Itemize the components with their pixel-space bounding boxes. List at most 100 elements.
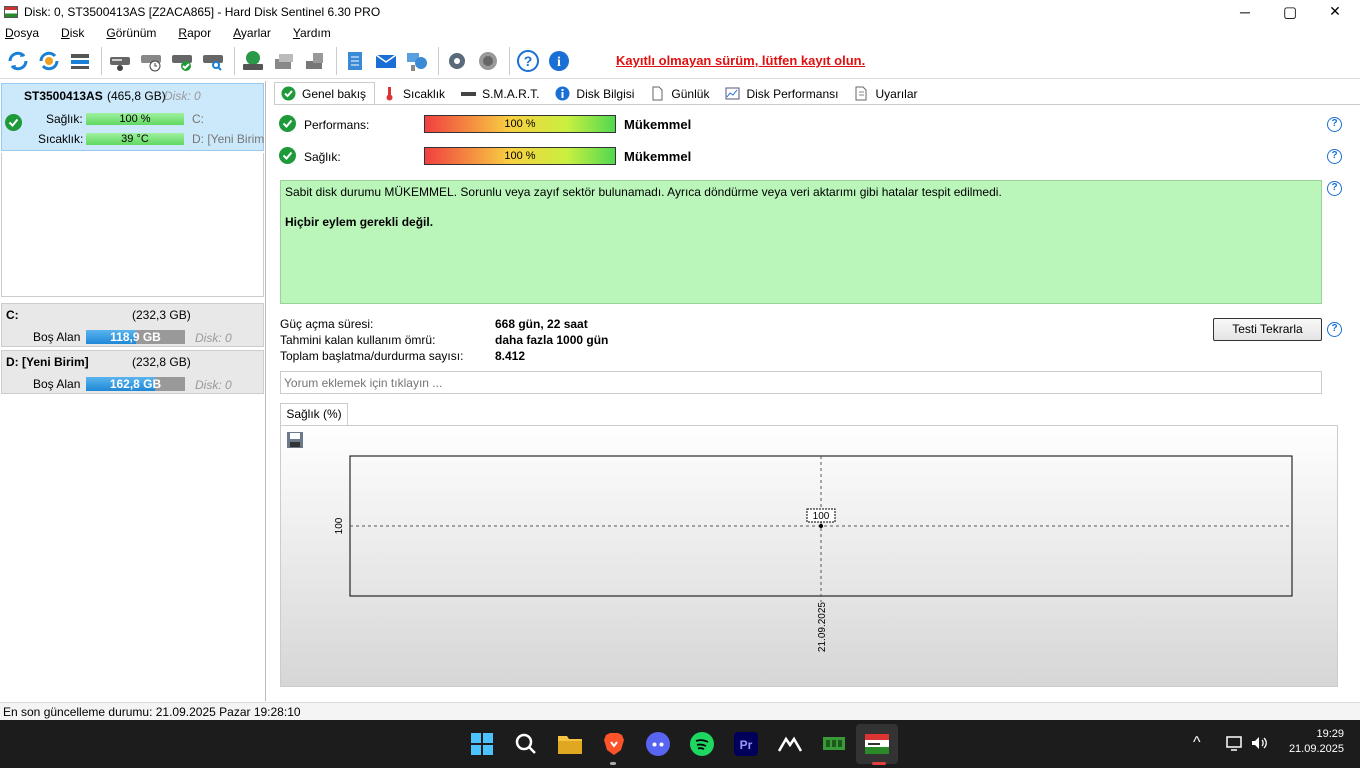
envelope-icon (375, 53, 397, 68)
health-help-icon[interactable]: ? (1327, 149, 1342, 164)
disk-health-label: Sağlık: (46, 112, 83, 126)
disk-copy-icon (275, 53, 293, 69)
spotify-button[interactable] (686, 728, 718, 760)
performance-help-icon[interactable]: ? (1327, 117, 1342, 132)
network-tray-icon[interactable] (1226, 734, 1244, 755)
volume-name: C: (6, 308, 19, 322)
start-button[interactable] (466, 728, 498, 760)
free-space-bar: 162,8 GB (86, 377, 185, 391)
chart-tab-health[interactable]: Sağlık (%) (280, 403, 348, 425)
disk-index: Disk: 0 (164, 89, 201, 103)
retest-help-icon[interactable]: ? (1327, 322, 1342, 337)
capcut-icon (777, 736, 803, 752)
nvidia-app-button[interactable] (818, 728, 850, 760)
power-on-value: 668 gün, 22 saat (495, 317, 588, 331)
y-tick-label: 100 (334, 517, 345, 534)
tab-temperature[interactable]: Sıcaklık (375, 82, 454, 104)
discord-icon (646, 732, 670, 756)
email-button[interactable] (372, 47, 400, 75)
menu-view[interactable]: Görünüm (106, 26, 156, 40)
disk-entry[interactable]: ST3500413AS (465,8 GB) Disk: 0 Sağlık: 1… (1, 83, 264, 151)
hard-disk-sentinel-button[interactable] (861, 728, 893, 760)
tab-bar: Genel bakış Sıcaklık S.M.A.R.T. Disk Bil… (274, 82, 927, 104)
disk-search-button[interactable] (199, 47, 227, 75)
volume-tray-icon[interactable] (1250, 734, 1268, 755)
help-button[interactable]: ? (514, 47, 542, 75)
tab-temperature-label: Sıcaklık (403, 86, 446, 101)
refresh-icon (8, 51, 28, 70)
tab-smart[interactable]: S.M.A.R.T. (454, 82, 548, 104)
tab-alerts[interactable]: Uyarılar (847, 82, 926, 104)
minimize-button[interactable]: ─ (1222, 0, 1268, 23)
tab-log[interactable]: Günlük (643, 82, 718, 104)
disk-ok-button[interactable] (168, 47, 196, 75)
maximize-button[interactable]: ▢ (1267, 0, 1313, 23)
disk-tools-button[interactable] (301, 47, 329, 75)
clock[interactable]: 19:29 21.09.2025 (1282, 728, 1344, 755)
premiere-pro-button[interactable]: Pr (730, 728, 762, 760)
menu-disk[interactable]: Disk (61, 26, 84, 40)
report-button[interactable] (341, 47, 369, 75)
network-button[interactable] (403, 47, 431, 75)
disk-tools-icon (306, 52, 323, 69)
comment-input[interactable] (280, 371, 1322, 394)
settings-button[interactable] (443, 47, 471, 75)
menu-file-mnemonic: D (5, 26, 14, 40)
retest-button[interactable]: Testi Tekrarla (1213, 318, 1322, 341)
about-button[interactable]: i (545, 47, 573, 75)
refresh-all-button[interactable] (35, 47, 63, 75)
web-report-button[interactable] (239, 47, 267, 75)
sound-button[interactable] (474, 47, 502, 75)
volume-size: (232,8 GB) (132, 355, 191, 369)
toolbar: ? i Kayıtlı olmayan sürüm, lütfen kayıt … (0, 43, 1360, 79)
file-explorer-button[interactable] (554, 728, 586, 760)
menu-file-label: osya (13, 26, 40, 40)
status-bar: En son güncelleme durumu: 21.09.2025 Paz… (0, 702, 1360, 720)
close-button[interactable]: ✕ (1312, 0, 1358, 23)
hard-disk-check-icon (172, 54, 192, 71)
toolbar-separator (234, 46, 235, 75)
startstop-label: Toplam başlatma/durdurma sayısı: (280, 349, 464, 363)
volume-entry-d[interactable]: D: [Yeni Birim] (232,8 GB) Boş Alan 162,… (1, 350, 264, 394)
menu-file[interactable]: Dosya (5, 26, 39, 40)
hard-disk-search-icon (203, 54, 223, 71)
status-help-icon[interactable]: ? (1327, 181, 1342, 196)
x-tick-label: 21.09.2025 (817, 602, 828, 652)
gear-icon (449, 52, 465, 69)
tab-overview[interactable]: Genel bakış (274, 82, 376, 104)
performance-rating: Mükemmel (624, 117, 692, 132)
hard-disk-sentinel-icon (865, 734, 889, 754)
refresh-button[interactable] (4, 47, 32, 75)
volume-size: (232,3 GB) (132, 308, 191, 322)
disk-schedule-button[interactable] (137, 47, 165, 75)
free-space-value: 118,9 GB (110, 330, 161, 344)
question-icon: ? (517, 49, 539, 72)
disk-test-button[interactable] (106, 47, 134, 75)
free-space-label: Boş Alan (33, 377, 81, 391)
volume-disk-index: Disk: 0 (195, 378, 232, 392)
disk-temp-label: Sıcaklık: (38, 132, 84, 146)
tab-performance[interactable]: Disk Performansı (718, 82, 847, 104)
disk-list-button[interactable] (66, 47, 94, 75)
volume-entry-c[interactable]: C: (232,3 GB) Boş Alan 118,9 GB Disk: 0 (1, 303, 264, 347)
refresh-all-icon (39, 51, 59, 70)
capcut-button[interactable] (774, 728, 806, 760)
disk-copy-button[interactable] (270, 47, 298, 75)
menu-help-mnemonic: Y (292, 26, 301, 40)
menu-help[interactable]: Yardım (293, 26, 331, 40)
discord-button[interactable] (642, 728, 674, 760)
data-point (819, 524, 823, 528)
health-check-icon (279, 147, 296, 164)
notepad-icon (348, 51, 362, 70)
menu-report[interactable]: Rapor (178, 26, 211, 40)
disk-temp-bar: 39 °C (86, 133, 184, 145)
tab-disk-info[interactable]: Disk Bilgisi (548, 82, 643, 104)
brave-browser-button[interactable] (598, 728, 630, 760)
disk-list-empty-area (1, 153, 264, 297)
thermometer-icon (382, 86, 397, 101)
menu-settings[interactable]: Ayarlar (233, 26, 271, 40)
search-button[interactable] (510, 728, 542, 760)
tray-overflow-button[interactable]: ^ (1193, 734, 1201, 752)
menu-report-label: apor (187, 26, 212, 40)
unregistered-link[interactable]: Kayıtlı olmayan sürüm, lütfen kayıt olun… (616, 53, 865, 68)
